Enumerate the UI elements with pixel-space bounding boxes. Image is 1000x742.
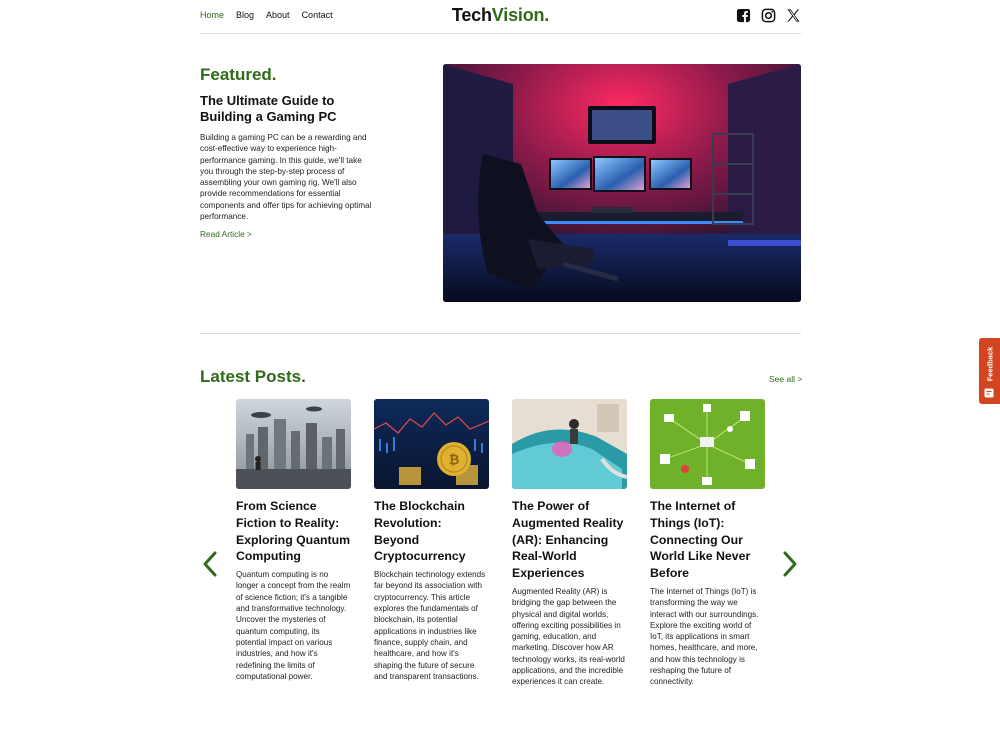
post-card-blockchain[interactable]: ₿ The Blockchain Revolution: Beyond Cryp… bbox=[374, 399, 489, 682]
post-image-blockchain: ₿ bbox=[374, 399, 489, 489]
post-image-iot bbox=[650, 399, 765, 489]
site-header: Home Blog About Contact TechVision. bbox=[200, 0, 801, 34]
featured-heading: Featured. bbox=[200, 65, 277, 84]
featured-section: Featured. The Ultimate Guide to Building… bbox=[200, 64, 801, 304]
feedback-icon bbox=[984, 388, 994, 398]
post-description: Quantum computing is no longer a concept… bbox=[236, 570, 351, 681]
x-icon[interactable] bbox=[786, 8, 801, 23]
post-title[interactable]: The Blockchain Revolution: Beyond Crypto… bbox=[374, 498, 489, 565]
featured-image[interactable] bbox=[443, 64, 801, 302]
carousel-next-icon[interactable] bbox=[781, 550, 799, 578]
social-links bbox=[736, 8, 801, 23]
post-title[interactable]: The Power of Augmented Reality (AR): Enh… bbox=[512, 498, 627, 582]
featured-description: Building a gaming PC can be a rewarding … bbox=[200, 133, 372, 222]
facebook-icon[interactable] bbox=[736, 8, 751, 23]
feedback-label: Feedback bbox=[985, 346, 994, 382]
post-description: The Internet of Things (IoT) is transfor… bbox=[650, 586, 759, 687]
latest-posts-heading: Latest Posts. bbox=[200, 367, 306, 386]
see-all-link[interactable]: See all > bbox=[769, 374, 802, 384]
post-card-iot[interactable]: The Internet of Things (IoT): Connecting… bbox=[650, 399, 765, 688]
instagram-icon[interactable] bbox=[761, 8, 776, 23]
read-article-link[interactable]: Read Article > bbox=[200, 229, 252, 239]
post-image-ar bbox=[512, 399, 627, 489]
post-title[interactable]: The Internet of Things (IoT): Connecting… bbox=[650, 498, 765, 582]
featured-title[interactable]: The Ultimate Guide to Building a Gaming … bbox=[200, 93, 385, 125]
post-card-quantum[interactable]: From Science Fiction to Reality: Explori… bbox=[236, 399, 351, 682]
site-logo[interactable]: TechVision. bbox=[200, 5, 801, 26]
post-card-ar[interactable]: The Power of Augmented Reality (AR): Enh… bbox=[512, 399, 627, 688]
logo-text-primary: Tech bbox=[451, 5, 492, 25]
carousel-prev-icon[interactable] bbox=[201, 550, 219, 578]
feedback-tab[interactable]: Feedback bbox=[979, 338, 1000, 404]
post-title[interactable]: From Science Fiction to Reality: Explori… bbox=[236, 498, 351, 565]
svg-text:₿: ₿ bbox=[449, 453, 460, 468]
logo-text-accent: Vision. bbox=[491, 5, 550, 25]
post-description: Augmented Reality (AR) is bridging the g… bbox=[512, 586, 625, 687]
post-description: Blockchain technology extends far beyond… bbox=[374, 570, 486, 681]
gaming-setup-illustration bbox=[443, 64, 801, 302]
section-divider bbox=[200, 333, 801, 334]
post-image-quantum bbox=[236, 399, 351, 489]
